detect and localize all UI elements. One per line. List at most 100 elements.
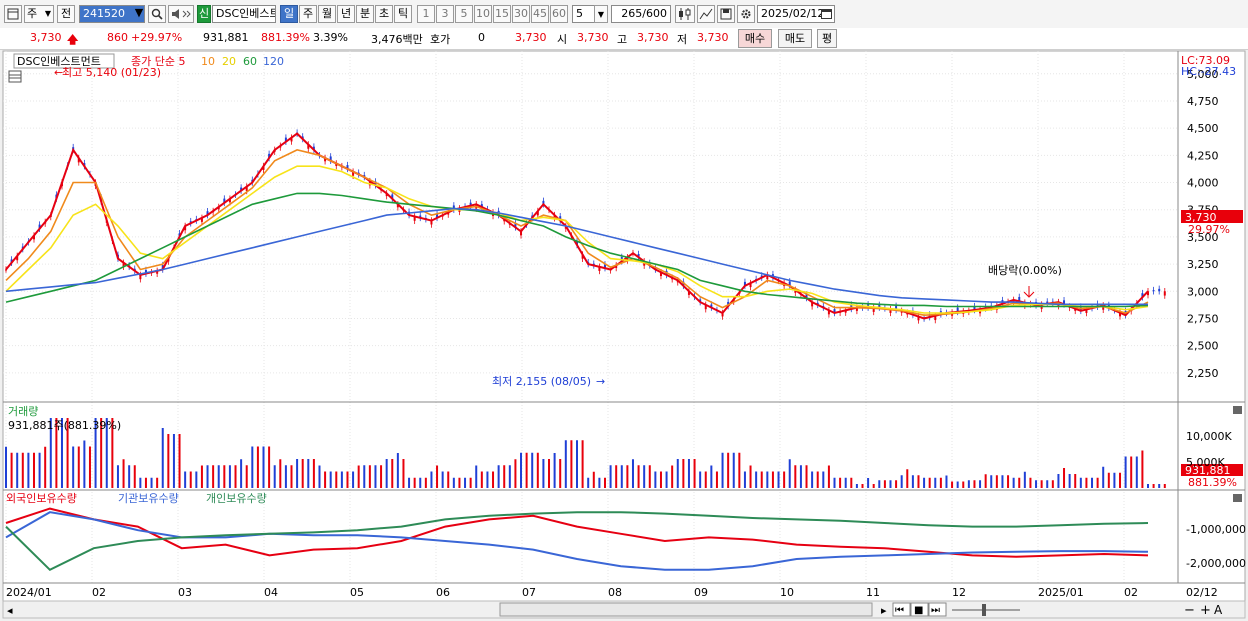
average-button[interactable]: 평 [817, 29, 837, 48]
volume-bar [855, 484, 858, 488]
volume-bar [676, 459, 679, 488]
calendar-icon[interactable] [821, 8, 832, 19]
volume-bar [475, 465, 478, 488]
buy-button[interactable]: 매수 [738, 29, 772, 48]
chevron-down-icon[interactable]: ▼ [132, 5, 146, 23]
interval-button-5[interactable]: 5 [455, 5, 473, 23]
interval-button-15[interactable]: 15 [493, 5, 511, 23]
period-button-0[interactable]: 일 [280, 5, 298, 23]
volume-bar [413, 477, 416, 488]
scroll-right-icon[interactable]: ▸ [881, 604, 887, 617]
period-button-4[interactable]: 분 [356, 5, 374, 23]
date-tick-label: 06 [436, 586, 450, 599]
legend-ma20[interactable]: 20 [222, 55, 236, 68]
volume-bar [458, 477, 461, 488]
volume-bar [1029, 477, 1032, 488]
period-button-1[interactable]: 주 [299, 5, 317, 23]
volume-bar [531, 452, 534, 488]
chart-toolbar: 주 ▼ 전 241520 ▼ 신 DSC인베스트 일주월년분초틱 1 3 5 10 15 3… [0, 0, 1248, 29]
volume-bar [156, 477, 159, 488]
volume-bar [542, 459, 545, 488]
volume-bar [1012, 477, 1015, 488]
volume-bar [1091, 477, 1094, 488]
count-input[interactable]: 265/600 [611, 5, 671, 23]
volume-bar [324, 471, 327, 488]
interval-button-10[interactable]: 10 [474, 5, 492, 23]
volume-bar [631, 459, 634, 488]
volume-summary: 931,881주(881.39%) [8, 419, 121, 432]
font-size-icon[interactable]: A [1214, 603, 1223, 617]
candle-body [1152, 290, 1155, 292]
interval-button-30[interactable]: 30 [512, 5, 530, 23]
period-select[interactable]: 주 ▼ [24, 5, 54, 23]
volume-bar [732, 452, 735, 488]
volume-bar [727, 452, 730, 488]
interval-button-60[interactable]: 60 [550, 5, 568, 23]
volume-bar [335, 471, 338, 488]
speaker-icon[interactable] [168, 5, 194, 23]
period-button-5[interactable]: 초 [375, 5, 393, 23]
volume-bar [172, 434, 175, 488]
sell-button[interactable]: 매도 [778, 29, 812, 48]
period-button-6[interactable]: 틱 [394, 5, 412, 23]
scrollbar-thumb[interactable] [499, 602, 873, 617]
period-button-3[interactable]: 년 [337, 5, 355, 23]
scroll-left-icon[interactable]: ◂ [7, 604, 13, 617]
interval-button-3[interactable]: 3 [436, 5, 454, 23]
close-pane-icon[interactable] [1233, 494, 1242, 502]
volume-bar [1079, 477, 1082, 488]
close-pane-icon[interactable] [1233, 406, 1242, 414]
price-tick-label: 2,750 [1187, 312, 1219, 325]
gear-icon[interactable] [737, 5, 755, 23]
volume-bar [44, 446, 47, 488]
volume-bar [1018, 477, 1021, 488]
candle-icon[interactable] [675, 5, 695, 23]
save-icon[interactable] [717, 5, 735, 23]
volume-bar [1124, 456, 1127, 488]
volume-bar [206, 465, 209, 488]
volume-bar [928, 477, 931, 488]
trend-tool-icon[interactable] [697, 5, 715, 23]
grid-table-icon[interactable] [8, 70, 22, 83]
volume-bar [1130, 456, 1133, 488]
volume-bar [956, 481, 959, 488]
volume-bar [503, 465, 506, 488]
forward-icon: ⏭ [931, 605, 940, 616]
volume-bar [1023, 471, 1026, 488]
volume-bar [783, 471, 786, 488]
volume-bar [480, 471, 483, 488]
chevron-down-icon[interactable]: ▼ [594, 5, 608, 23]
high-price: 3,730 [637, 31, 669, 44]
price-tick-label: 4,000 [1187, 177, 1219, 190]
period-button-2[interactable]: 월 [318, 5, 336, 23]
volume-bar [396, 453, 399, 488]
zoom-slider-handle[interactable] [982, 604, 986, 616]
volume-bar [1107, 472, 1110, 488]
zoom-out-icon[interactable]: − [1184, 603, 1195, 618]
change-percent: +29.97% [131, 31, 183, 44]
interval-button-45[interactable]: 45 [531, 5, 549, 23]
volume-bar [21, 452, 24, 488]
low-price: 3,730 [697, 31, 729, 44]
chart-area: 5,0004,7504,5004,2504,0003,7503,5003,250… [2, 50, 1246, 619]
interval-button-1[interactable]: 1 [417, 5, 435, 23]
date-tick-label: 02 [92, 586, 106, 599]
volume-bar [671, 465, 674, 488]
rewind-icon: ⏮ [895, 605, 904, 616]
legend-ma120[interactable]: 120 [263, 55, 284, 68]
volume-bar [1147, 484, 1149, 488]
zoom-in-icon[interactable]: + [1200, 603, 1211, 618]
legend-individual: 개인보유수량 [206, 492, 267, 505]
volume-bar [262, 446, 265, 488]
last-change-axis-label: 29.97% [1188, 223, 1230, 236]
legend-ma10[interactable]: 10 [201, 55, 215, 68]
date-input[interactable]: 2025/02/12 [757, 5, 835, 23]
stock-name-field[interactable]: DSC인베스트 [212, 5, 276, 23]
date-value: 2025/02/12 [761, 7, 825, 20]
volume-bar [195, 471, 198, 488]
volume-bar [497, 465, 500, 488]
prev-button[interactable]: 전 [57, 5, 75, 23]
legend-ma60[interactable]: 60 [243, 55, 257, 68]
window-icon[interactable] [4, 5, 22, 23]
search-icon[interactable] [148, 5, 166, 23]
